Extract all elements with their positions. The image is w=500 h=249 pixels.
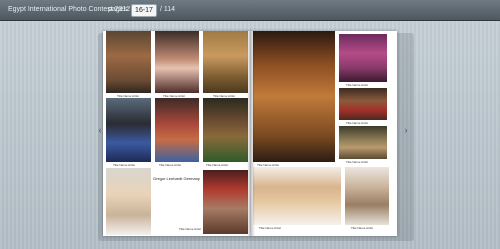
photo-woman-hat[interactable]	[203, 98, 248, 162]
photo-blonde-girl[interactable]	[106, 168, 151, 235]
photo-caption: Title Name Artist	[206, 163, 228, 167]
photo-girl-hand[interactable]	[106, 98, 151, 162]
photo-woman-sunhat[interactable]	[253, 167, 341, 225]
photo-caption: Title Name Artist	[259, 226, 281, 230]
photo-note: Gregor Lenhardt Germany	[153, 176, 200, 181]
photo-man-hat[interactable]	[339, 126, 387, 159]
photo-woman-bindi[interactable]	[106, 31, 151, 93]
photo-caption: Title Name Artist	[159, 163, 181, 167]
photo-caption: Title Name Artist	[346, 160, 368, 164]
pages-label: pages:	[108, 6, 130, 13]
photo-caption: Title Name Artist	[351, 226, 373, 230]
photo-caption: Title Name Artist	[113, 163, 135, 167]
photo-man-red-scarf[interactable]	[339, 88, 387, 120]
photo-veiled-woman[interactable]	[339, 34, 387, 82]
page-number-input[interactable]	[131, 4, 157, 17]
photo-woman-jewelry[interactable]	[203, 31, 248, 93]
left-page[interactable]: Title Name Artist Title Name Artist Titl…	[103, 31, 251, 236]
photo-woman-scarf-large[interactable]	[253, 31, 335, 162]
right-page[interactable]: Title Name Artist Title Name Artist Titl…	[251, 31, 397, 236]
page-total: / 114	[160, 6, 176, 13]
top-toolbar: Egypt International Photo Contest 2012 p…	[0, 0, 500, 21]
photo-old-woman-red[interactable]	[203, 170, 248, 234]
next-page-arrow-icon[interactable]: ›	[402, 125, 410, 135]
photo-old-man-turban[interactable]	[345, 167, 389, 225]
photo-caption: Title Name Artist	[179, 227, 201, 231]
photo-caption: Title Name Artist	[346, 83, 368, 87]
book-spine	[247, 31, 255, 236]
photo-woman-red-face[interactable]	[155, 98, 199, 162]
photo-caption: Title Name Artist	[346, 121, 368, 125]
photo-woman-portrait[interactable]	[155, 31, 199, 93]
